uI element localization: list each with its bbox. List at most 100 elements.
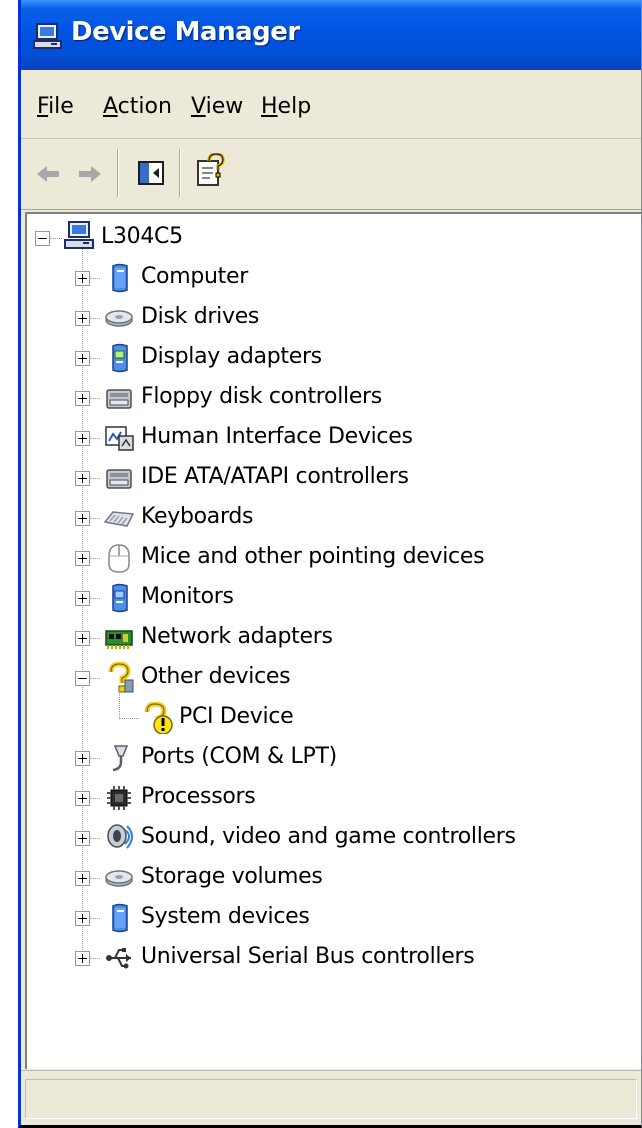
menu-bar: File Action View Help (21, 70, 641, 139)
tree-item-label: System devices (141, 904, 310, 929)
expand-toggle[interactable] (75, 791, 90, 806)
warning-unknown-device-icon (144, 702, 173, 734)
tree-item-label: Mice and other pointing devices (141, 544, 485, 569)
expand-toggle[interactable] (75, 431, 90, 446)
tree-item-label: Ports (COM & LPT) (141, 744, 337, 769)
tree-connector (90, 558, 100, 559)
tree-connector (90, 358, 100, 359)
tree-item-label: Network adapters (141, 624, 333, 649)
tree-connector (90, 398, 100, 399)
tree-item[interactable]: Sound, video and game controllers (27, 818, 641, 858)
computer-icon (64, 221, 94, 249)
tree-item[interactable]: Computer (27, 258, 641, 298)
tree-connector (90, 318, 100, 319)
tree-item[interactable]: Network adapters (27, 618, 641, 658)
expand-toggle[interactable] (75, 951, 90, 966)
menu-view[interactable]: View (191, 94, 243, 119)
tree-connector (90, 958, 100, 959)
menu-action[interactable]: Action (103, 94, 172, 119)
help-icon[interactable] (195, 153, 227, 189)
tree-item[interactable]: Processors (27, 778, 641, 818)
window-title: Device Manager (71, 17, 300, 47)
tree-item[interactable]: Floppy disk controllers (27, 378, 641, 418)
status-pane (25, 1079, 637, 1119)
toolbar-separator (117, 149, 119, 197)
menu-file[interactable]: File (37, 94, 74, 119)
system-device-icon (112, 903, 128, 933)
expand-toggle[interactable] (75, 391, 90, 406)
title-bar[interactable]: Device Manager (21, 0, 641, 70)
expand-toggle[interactable] (75, 631, 90, 646)
expand-toggle[interactable] (75, 471, 90, 486)
collapse-toggle[interactable] (35, 231, 50, 246)
expand-toggle[interactable] (75, 591, 90, 606)
expand-toggle[interactable] (75, 751, 90, 766)
tree-item[interactable]: System devices (27, 898, 641, 938)
tree-item-label: Computer (141, 264, 248, 289)
tree-item-label: Disk drives (141, 304, 260, 329)
show-hide-console-tree-icon[interactable] (137, 159, 165, 187)
tree-child-item[interactable]: PCI Device (27, 688, 641, 738)
tree-connector (90, 278, 100, 279)
status-bar (21, 1070, 641, 1125)
tree-item[interactable]: Universal Serial Bus controllers (27, 938, 641, 978)
network-adapter-icon (105, 630, 133, 649)
toolbar-separator (179, 149, 181, 197)
tree-item-label: Other devices (141, 664, 291, 689)
tree-connector (119, 688, 120, 718)
tree-item[interactable]: Human Interface Devices (27, 418, 641, 458)
tree-item-label: IDE ATA/ATAPI controllers (141, 464, 409, 489)
device-tree[interactable]: L304C5 Computer Disk drives Display adapter… (25, 212, 641, 1069)
collapse-toggle[interactable] (75, 671, 90, 686)
tree-connector (90, 638, 100, 639)
tree-item[interactable]: Disk drives (27, 298, 641, 338)
port-icon (112, 745, 129, 772)
tree-connector (90, 518, 100, 519)
expand-toggle[interactable] (75, 311, 90, 326)
tree-item-label: Display adapters (141, 344, 322, 369)
tree-item-label: Floppy disk controllers (141, 384, 382, 409)
tree-root[interactable]: L304C5 (27, 218, 641, 258)
tree-item[interactable]: Monitors (27, 578, 641, 618)
tree-child-label: PCI Device (179, 704, 294, 729)
expand-toggle[interactable] (75, 831, 90, 846)
processor-icon (107, 786, 131, 810)
tree-connector (90, 678, 100, 679)
menu-help[interactable]: Help (261, 94, 311, 119)
tree-item[interactable]: Mice and other pointing devices (27, 538, 641, 578)
tree-root-label: L304C5 (101, 224, 183, 249)
tree-connector (90, 918, 100, 919)
display-adapter-icon (112, 343, 128, 373)
expand-toggle[interactable] (75, 911, 90, 926)
forward-icon[interactable] (77, 163, 103, 185)
tree-connector (90, 798, 100, 799)
usb-icon (106, 948, 131, 969)
monitor-icon (112, 583, 128, 613)
tree-item[interactable]: IDE ATA/ATAPI controllers (27, 458, 641, 498)
toolbar (21, 139, 641, 210)
tree-connector (90, 478, 100, 479)
tree-connector (90, 878, 100, 879)
sound-icon (107, 824, 133, 849)
tree-item[interactable]: Keyboards (27, 498, 641, 538)
expand-toggle[interactable] (75, 871, 90, 886)
expand-toggle[interactable] (75, 511, 90, 526)
tree-item-label: Universal Serial Bus controllers (141, 944, 475, 969)
computer-icon (112, 263, 128, 293)
tree-item-label: Monitors (141, 584, 234, 609)
tree-item[interactable]: Ports (COM & LPT) (27, 738, 641, 778)
tree-connector (119, 718, 139, 719)
expand-toggle[interactable] (75, 271, 90, 286)
back-icon[interactable] (35, 163, 61, 185)
tree-connector (90, 758, 100, 759)
expand-toggle[interactable] (75, 351, 90, 366)
mouse-icon (108, 544, 130, 573)
device-manager-window: Device Manager File Action View Help L30… (18, 0, 642, 1128)
tree-connector (90, 838, 100, 839)
tree-item-label: Sound, video and game controllers (141, 824, 516, 849)
expand-toggle[interactable] (75, 551, 90, 566)
tree-item-label: Keyboards (141, 504, 254, 529)
tree-item[interactable]: Storage volumes (27, 858, 641, 898)
disk-drive-icon (105, 310, 133, 327)
tree-item[interactable]: Display adapters (27, 338, 641, 378)
